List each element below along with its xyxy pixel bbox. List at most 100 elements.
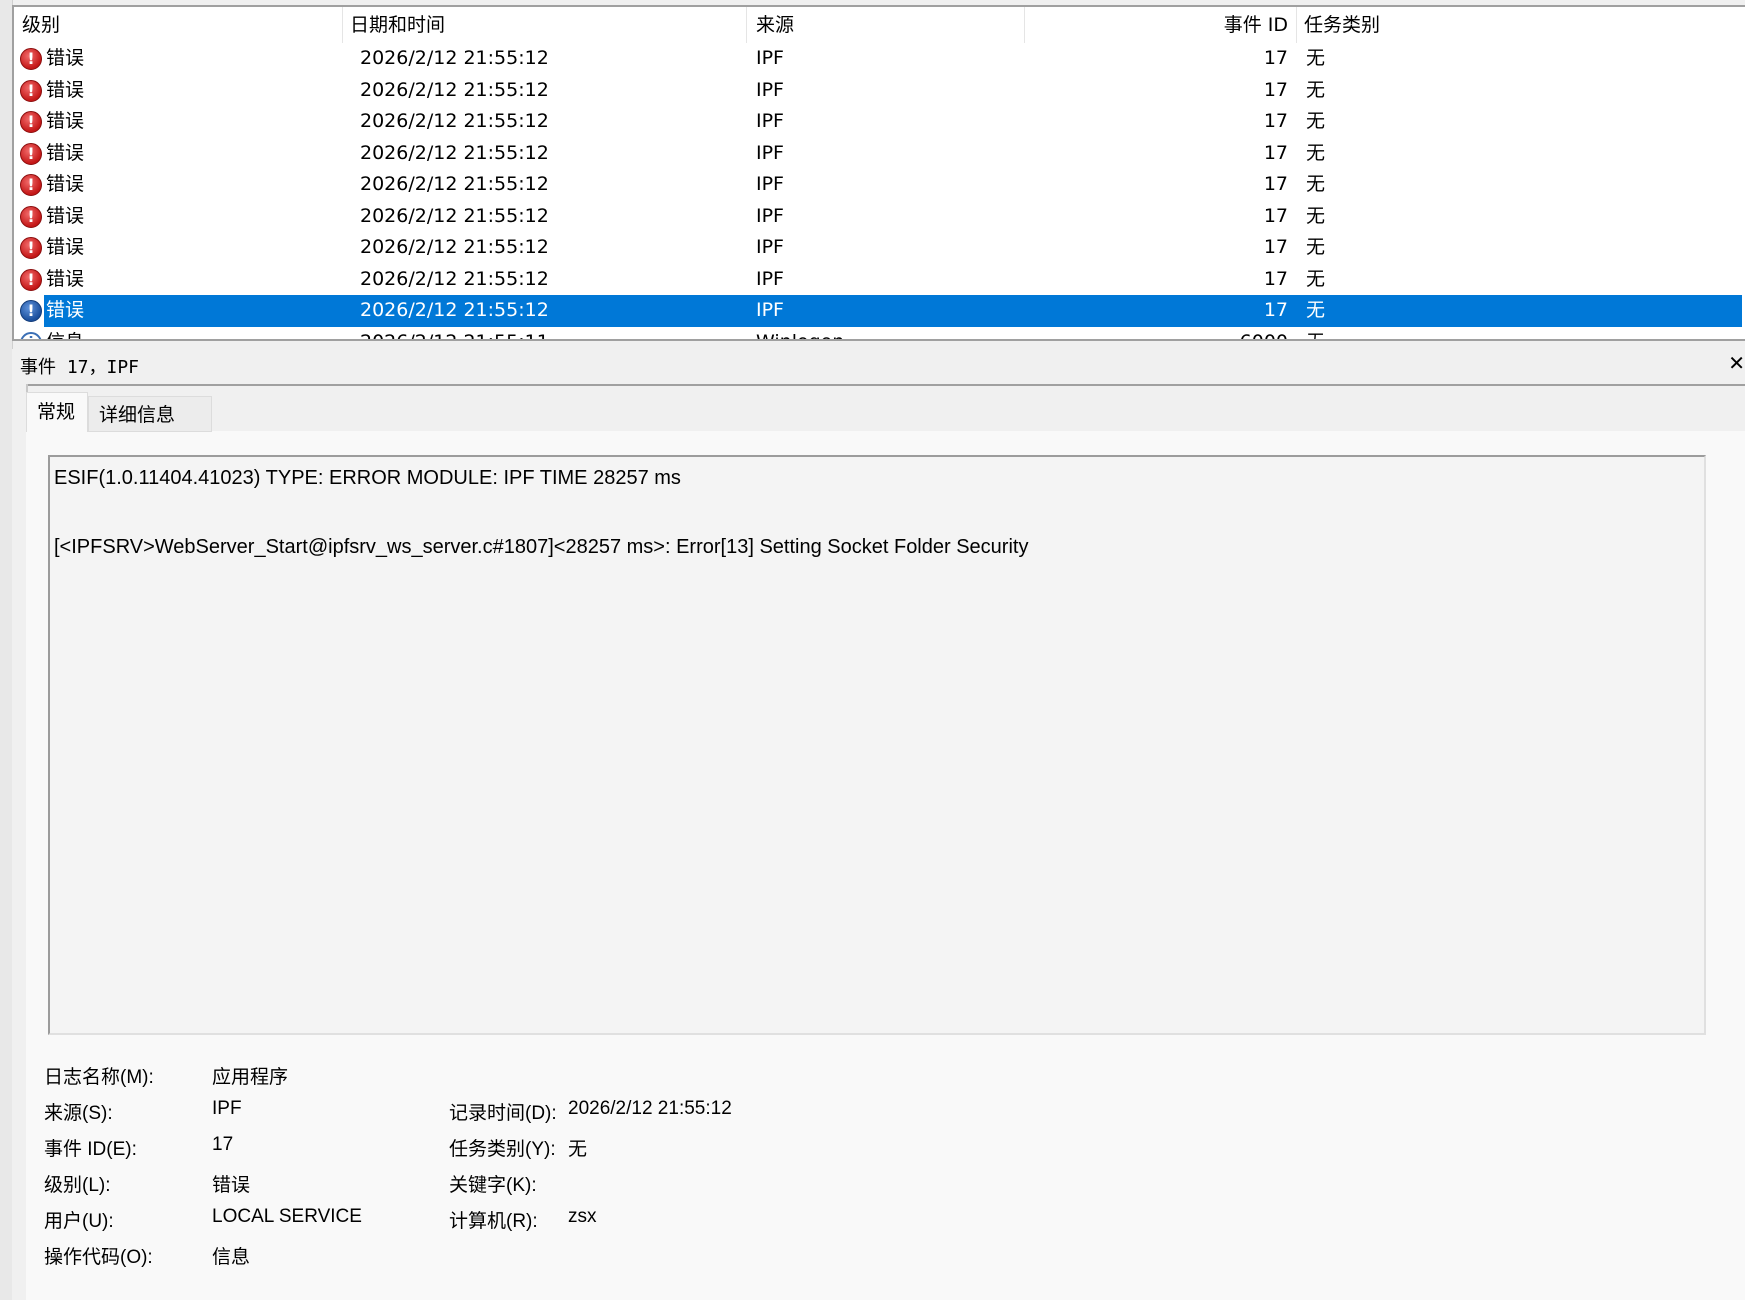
cell-event-id: 17 (1263, 141, 1288, 164)
table-row[interactable]: ! 错误 2026/2/12 21:55:12 IPF 17 无 (14, 43, 1745, 75)
cell-level: 错误 (46, 236, 85, 258)
cell-task: 无 (1306, 110, 1326, 132)
opcode-label: 操作代码(O): (44, 1247, 153, 1268)
cell-level: 错误 (46, 110, 85, 132)
cell-task: 无 (1306, 327, 1325, 340)
cell-datetime: 2026/2/12 21:55:12 (360, 110, 549, 132)
source-label: 来源(S): (44, 1103, 113, 1124)
user-value: LOCAL SERVICE (212, 1206, 362, 1227)
computer-value: zsx (568, 1206, 597, 1227)
cell-event-id: 17 (1263, 204, 1288, 227)
cell-datetime: 2026/2/12 21:55:12 (360, 299, 549, 321)
description-line: [<IPFSRV>WebServer_Start@ipfsrv_ws_serve… (54, 536, 1029, 558)
cell-event-id: 6000 (1024, 327, 1288, 340)
table-row[interactable]: i 信息 2026/2/12 21:55:11 Winlogon 6000 无 (14, 327, 1745, 340)
column-header-event-id[interactable]: 事件 ID (1024, 7, 1297, 43)
cell-source: IPF (756, 173, 784, 195)
list-header: 级别 日期和时间 来源 事件 ID 任务类别 (14, 7, 1745, 43)
cell-source: IPF (756, 47, 784, 69)
event-description[interactable]: ESIF(1.0.11404.41023) TYPE: ERROR MODULE… (48, 455, 1706, 1035)
cell-level: 错误 (46, 204, 85, 227)
error-icon: ! (20, 237, 42, 259)
cell-task: 无 (1306, 141, 1326, 164)
table-row[interactable]: ! 错误 2026/2/12 21:55:12 IPF 17 无 (14, 201, 1745, 233)
event-id-label: 事件 ID(E): (44, 1139, 137, 1160)
cell-source: IPF (756, 267, 784, 290)
cell-level: 错误 (46, 47, 85, 69)
level-label: 级别(L): (44, 1175, 111, 1196)
cell-level: 信息 (46, 327, 84, 340)
column-header-event-id-label: 事件 ID (1223, 14, 1288, 36)
column-header-source[interactable]: 来源 (746, 7, 1025, 43)
error-icon: ! (20, 48, 42, 70)
column-header-task[interactable]: 任务类别 (1296, 7, 1736, 43)
column-header-task-label: 任务类别 (1304, 14, 1381, 36)
detail-header: 事件 17，IPF ✕ (12, 349, 1745, 386)
tab-details-label: 详细信息 (99, 404, 176, 426)
column-header-level[interactable]: 级别 (22, 7, 343, 43)
cell-task: 无 (1306, 299, 1326, 321)
cell-event-id: 17 (1263, 78, 1288, 101)
event-list[interactable]: 级别 日期和时间 来源 事件 ID 任务类别 ! 错误 2026/2/12 21:5… (12, 5, 1745, 341)
cell-source: Winlogon (756, 327, 844, 340)
cell-datetime: 2026/2/12 21:55:12 (360, 204, 549, 227)
tab-general[interactable]: 常规 (26, 392, 88, 432)
cell-source: IPF (756, 110, 784, 132)
cell-task: 无 (1306, 236, 1326, 258)
cell-event-id: 17 (1263, 47, 1288, 69)
column-header-datetime[interactable]: 日期和时间 (350, 7, 747, 43)
cell-datetime: 2026/2/12 21:55:12 (360, 173, 549, 195)
cell-level: 错误 (46, 78, 85, 101)
cell-source: IPF (756, 204, 784, 227)
error-icon: ! (20, 268, 42, 291)
cell-source: IPF (756, 299, 784, 321)
table-row[interactable]: ! 错误 2026/2/12 21:55:12 IPF 17 无 (14, 232, 1745, 264)
cell-level: 错误 (46, 267, 85, 290)
logged-value: 2026/2/12 21:55:12 (568, 1098, 732, 1119)
cell-event-id: 17 (1263, 299, 1288, 321)
cell-datetime: 2026/2/12 21:55:12 (360, 267, 549, 290)
source-value: IPF (212, 1098, 242, 1119)
column-header-source-label: 来源 (756, 14, 795, 36)
task-label: 任务类别(Y): (449, 1139, 556, 1160)
table-row[interactable]: ! 错误 2026/2/12 21:55:12 IPF 17 无 (14, 264, 1745, 296)
tab-general-label: 常规 (37, 401, 76, 423)
table-row[interactable]: ! 错误 2026/2/12 21:55:12 IPF 17 无 (14, 75, 1745, 107)
cell-source: IPF (756, 78, 784, 101)
event-id-value: 17 (212, 1134, 234, 1155)
table-row[interactable]: ! 错误 2026/2/12 21:55:12 IPF 17 无 (14, 295, 1745, 327)
level-value: 错误 (212, 1175, 251, 1196)
cell-level: 错误 (46, 173, 85, 195)
keywords-label: 关键字(K): (449, 1175, 537, 1196)
table-row[interactable]: ! 错误 2026/2/12 21:55:12 IPF 17 无 (14, 138, 1745, 170)
selection-highlight (44, 295, 1742, 327)
close-icon[interactable]: ✕ (1728, 351, 1745, 375)
error-icon: ! (20, 79, 42, 102)
user-label: 用户(U): (44, 1211, 114, 1232)
cell-task: 无 (1306, 78, 1326, 101)
error-icon: ! (20, 300, 42, 322)
column-header-datetime-label: 日期和时间 (350, 14, 446, 36)
cell-event-id: 17 (1263, 110, 1288, 132)
log-name-label: 日志名称(M): (44, 1067, 154, 1088)
cell-event-id: 17 (1263, 236, 1288, 258)
table-row[interactable]: ! 错误 2026/2/12 21:55:12 IPF 17 无 (14, 106, 1745, 138)
cell-source: IPF (756, 236, 784, 258)
cell-source: IPF (756, 141, 784, 164)
opcode-value: 信息 (212, 1247, 251, 1268)
info-icon: i (20, 331, 42, 339)
description-line: ESIF(1.0.11404.41023) TYPE: ERROR MODULE… (54, 467, 681, 489)
cell-datetime: 2026/2/12 21:55:12 (360, 47, 549, 69)
cell-event-id: 17 (1263, 173, 1288, 195)
logged-label: 记录时间(D): (449, 1103, 557, 1124)
table-row[interactable]: ! 错误 2026/2/12 21:55:12 IPF 17 无 (14, 169, 1745, 201)
log-name-value: 应用程序 (212, 1067, 289, 1088)
cell-task: 无 (1306, 173, 1326, 195)
error-icon: ! (20, 174, 42, 196)
cell-level: 错误 (46, 299, 85, 321)
cell-level: 错误 (46, 141, 85, 164)
cell-datetime: 2026/2/12 21:55:11 (360, 327, 549, 340)
column-header-level-label: 级别 (22, 14, 61, 36)
cell-task: 无 (1306, 47, 1326, 69)
tab-details[interactable]: 详细信息 (88, 396, 212, 432)
